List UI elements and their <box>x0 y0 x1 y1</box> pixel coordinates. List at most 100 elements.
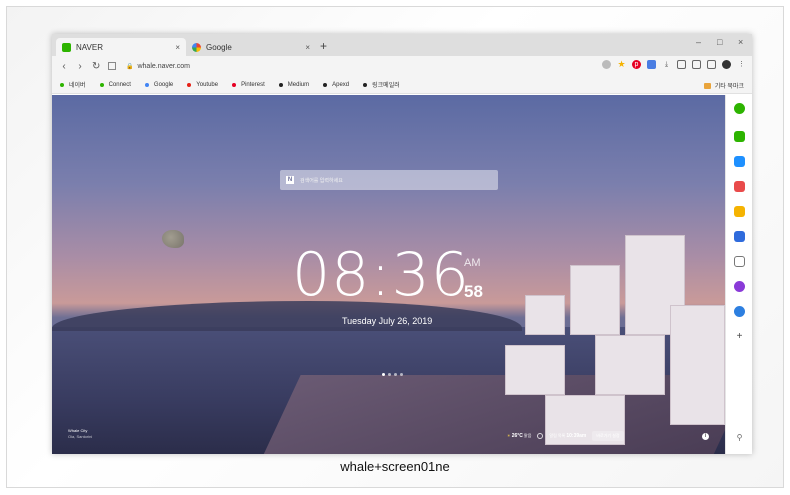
page-dot[interactable] <box>394 373 397 376</box>
clock-seconds: 58 <box>464 282 483 301</box>
bookmark-dot-icon <box>99 82 104 87</box>
bookmark-label: Medium <box>287 81 310 88</box>
page-dot[interactable] <box>400 373 403 376</box>
folder-icon <box>703 82 711 89</box>
back-button[interactable]: ‹ <box>60 61 68 72</box>
bookmark-star-icon[interactable]: ★ <box>617 60 626 69</box>
pin-icon[interactable]: ⚲ <box>734 432 745 443</box>
building <box>505 345 565 395</box>
reload-button[interactable]: ↻ <box>92 61 100 72</box>
naver-n-icon: N <box>286 176 294 184</box>
bookmark-dot-icon <box>144 82 149 87</box>
other-bookmarks[interactable]: 기타 북마크 <box>703 81 744 90</box>
clock-date: Tuesday July 26, 2019 <box>342 316 433 326</box>
tab-strip: NAVER × Google × + – □ × <box>52 34 752 56</box>
bookmark-label: Connect <box>108 81 131 88</box>
bookmark-label: Apexd <box>332 81 350 88</box>
close-window-button[interactable]: × <box>738 37 743 47</box>
calendar-icon[interactable] <box>734 156 745 167</box>
status-widgets: ☀ 26°C 맑음 알림 목록 10:39am 바로가기 설정 <box>507 431 624 441</box>
page-dot[interactable] <box>388 373 391 376</box>
shortcut-settings-button[interactable]: 바로가기 설정 <box>592 431 624 441</box>
bookmark-youtube[interactable]: Youtube <box>187 82 218 88</box>
profile-avatar[interactable] <box>722 60 731 69</box>
caption: whale+screen01ne <box>340 459 450 474</box>
menu-icon[interactable]: ⋮ <box>737 60 746 69</box>
alarm-widget[interactable]: 알림 목록 10:39am <box>549 433 586 439</box>
capture-icon[interactable] <box>677 60 686 69</box>
screenshot-frame: NAVER × Google × + – □ × ‹ › ↻ 🔒 whale.n… <box>6 6 784 488</box>
settings-icon[interactable] <box>537 433 544 439</box>
bookmark-dot-icon <box>278 82 283 87</box>
alarm-time: 10:39am <box>566 433 587 439</box>
tab-close-icon[interactable]: × <box>175 43 180 52</box>
lock-icon: 🔒 <box>126 63 134 70</box>
bookmark-label: Google <box>153 81 174 88</box>
whale-logo-icon <box>162 230 184 248</box>
naver-favicon-icon <box>62 42 71 52</box>
new-tab-button[interactable]: + <box>320 39 327 53</box>
weather-widget[interactable]: ☀ 26°C 맑음 <box>507 433 531 439</box>
forward-button[interactable]: › <box>76 61 84 72</box>
bookmark-naver[interactable]: 네이버 <box>60 80 86 89</box>
google-favicon-icon <box>192 42 201 52</box>
page-dot[interactable] <box>382 373 385 376</box>
pocket-icon[interactable] <box>734 181 745 192</box>
add-icon[interactable]: + <box>734 331 745 342</box>
address-bar[interactable]: 🔒 whale.naver.com <box>126 63 190 70</box>
alarm-label: 알림 목록 <box>549 433 566 438</box>
sidebar-toggle-icon[interactable] <box>707 60 716 69</box>
bookmark-label: Youtube <box>196 81 219 88</box>
bookmark-dot-icon <box>187 82 192 87</box>
search-placeholder: 검색어를 입력하세요 <box>300 177 343 184</box>
new-tab-page: N 검색어를 입력하세요 08:36 AM 58 Tuesday July 26… <box>52 95 725 454</box>
pinterest-icon[interactable]: p <box>632 60 641 69</box>
sidebar: + ⚲ <box>725 95 752 454</box>
bookmark-label: 네이버 <box>69 83 86 89</box>
bookmark-dot-icon <box>323 82 328 87</box>
bookmark-label: Pinterest <box>241 81 265 88</box>
bookmark-dot-icon <box>232 82 237 87</box>
music-icon[interactable] <box>734 281 745 292</box>
shield-icon[interactable] <box>602 60 611 69</box>
bookmark-google[interactable]: Google <box>144 81 174 88</box>
maximize-button[interactable]: □ <box>717 37 722 47</box>
naver-talk-icon[interactable] <box>734 131 745 142</box>
home-icon[interactable] <box>108 62 116 70</box>
info-icon[interactable]: i <box>702 433 709 440</box>
tab-close-icon[interactable]: × <box>305 43 310 52</box>
download-icon[interactable]: ⤓ <box>662 60 671 69</box>
papago-icon[interactable] <box>734 256 745 267</box>
toolbar: ‹ › ↻ 🔒 whale.naver.com ★ p ⤓ ⋮ <box>52 56 752 76</box>
credit-subtitle: Oia, Santorini <box>68 434 93 439</box>
building <box>670 305 725 425</box>
bookmark-medium[interactable]: Medium <box>278 81 310 88</box>
page-indicator[interactable] <box>382 373 403 376</box>
url-text: whale.naver.com <box>137 62 191 70</box>
bookmark-connect[interactable]: Connect <box>99 81 131 88</box>
clock-time: 08:36 <box>292 240 470 310</box>
weather-temp: 26°C <box>511 433 523 439</box>
sun-icon: ☀ <box>507 433 511 438</box>
whale-icon[interactable] <box>734 103 745 114</box>
bookmark-apexd[interactable]: Apexd <box>323 82 349 88</box>
search-input[interactable]: N 검색어를 입력하세요 <box>280 170 498 190</box>
building <box>525 295 565 335</box>
bookmarks-bar: 네이버 Connect Google Youtube Pinterest Med… <box>52 76 752 94</box>
building <box>595 335 665 395</box>
background-town <box>485 205 725 454</box>
tab-google[interactable]: Google × <box>186 38 316 56</box>
bookmark-pinterest[interactable]: Pinterest <box>232 82 265 88</box>
bookmark-linkmailer[interactable]: 링크메일러 <box>363 80 400 89</box>
clock-ampm: AM <box>464 257 481 269</box>
memo-icon[interactable] <box>734 206 745 217</box>
reader-icon[interactable] <box>692 60 701 69</box>
translate-icon[interactable] <box>647 60 656 69</box>
minimize-button[interactable]: – <box>696 37 701 47</box>
tab-naver[interactable]: NAVER × <box>56 38 186 56</box>
photo-credit: Whale City Oia, Santorini <box>68 428 92 440</box>
bookmark-dot-icon <box>363 82 368 87</box>
cloud-icon[interactable] <box>734 306 745 317</box>
translate-icon[interactable] <box>734 231 745 242</box>
bookmark-label: 링크메일러 <box>372 83 400 89</box>
